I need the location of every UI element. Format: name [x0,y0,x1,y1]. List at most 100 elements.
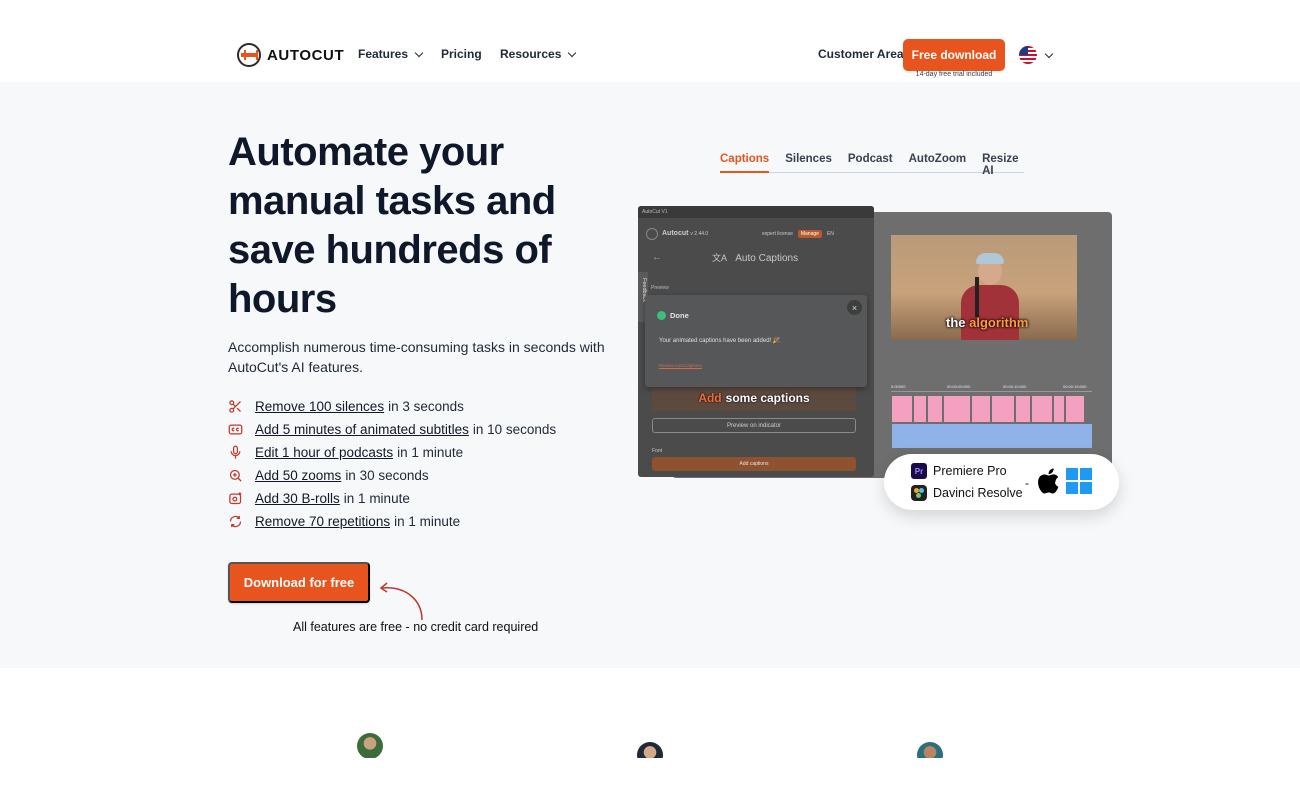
editor-timeline: 0:00000 00:00:05:000 00:00:10:000 00:00:… [891,384,1092,454]
video-clip [914,396,926,422]
autocut-logo-icon [237,43,261,67]
tab-autozoom[interactable]: AutoZoom [909,150,966,173]
feature-link[interactable]: Remove 100 silences [255,399,384,414]
caption-preview: Add some captions [652,385,856,411]
davinci-resolve-icon [911,485,927,501]
feature-tabs: Captions Silences Podcast AutoZoom Resiz… [720,150,1024,177]
feature-link[interactable]: Remove 70 repetitions [255,514,390,529]
autocut-logo[interactable]: AUTOCUT [237,43,344,67]
microphone-stand [975,277,979,317]
video-subtitle-highlight: algorithm [969,315,1029,330]
feature-link[interactable]: Add 5 minutes of animated subtitles [255,422,469,437]
feature-item: Add 30 B-rolls in 1 minute [228,487,556,510]
feature-item: Edit 1 hour of podcasts in 1 minute [228,441,556,464]
app-preview-label: Preview [651,285,669,291]
feature-link[interactable]: Add 30 B-rolls [255,491,340,506]
camera-plus-icon [228,491,243,506]
done-notification: Done Your animated captions have been ad… [645,295,867,387]
feature-item: Remove 100 silences in 3 seconds [228,395,556,418]
nav-features[interactable]: Features [358,47,424,61]
chevron-down-icon [1044,49,1054,58]
separator-dash: - [1025,476,1029,490]
timeline-mark: 00:00:10:000 [1003,384,1027,389]
app-version: v 2.44.0 [690,231,709,237]
nav-pricing[interactable]: Pricing [441,47,482,61]
video-clip [992,396,1014,422]
add-captions-button[interactable]: Add captions [652,457,856,471]
timeline-mark: 0:00000 [891,384,906,389]
premiere-pro-label: Premiere Pro [933,464,1007,478]
feature-text: in 30 seconds [345,468,429,483]
app-section-label: Auto Captions [735,253,799,264]
curved-arrow-icon [379,582,423,621]
video-track [892,396,1084,422]
apple-icon [1038,468,1059,494]
nav-features-label: Features [358,47,409,61]
manage-button[interactable]: Manage [797,230,822,238]
preview-on-indicator-button[interactable]: Preview on indicator [652,418,856,433]
feature-text: in 1 minute [394,514,461,529]
person-cap [976,253,1004,264]
tab-silences[interactable]: Silences [785,150,832,173]
tab-resize-ai[interactable]: Resize AI [982,150,1024,177]
close-icon[interactable]: × [847,300,862,315]
tab-captions[interactable]: Captions [720,150,770,173]
nav-resources[interactable]: Resources [500,47,577,61]
video-clip [1016,396,1030,422]
check-circle-icon [657,311,666,320]
feature-text: in 1 minute [397,445,464,460]
translate-icon: 文A [712,253,728,263]
section-fade [0,758,1300,788]
nav-pricing-label: Pricing [441,47,482,61]
zoom-in-icon [228,468,243,483]
free-download-button[interactable]: Free download [903,39,1005,71]
feature-text: in 10 seconds [472,422,557,437]
language-selector[interactable] [1019,46,1054,64]
video-clip [1054,396,1064,422]
video-preview: the algorithm [891,235,1077,340]
video-clip [972,396,990,422]
davinci-resolve-row: Davinci Resolve [911,485,1023,501]
feature-text: in 3 seconds [388,399,464,414]
premiere-pro-row: Pr Premiere Pro [911,463,1007,479]
hero-lead: Accomplish numerous time-consuming tasks… [228,339,605,375]
feature-link[interactable]: Edit 1 hour of podcasts [255,445,393,460]
review-autocaptions-link[interactable]: Review AutoCaptions [659,363,702,368]
video-clip [944,396,970,422]
video-clip [1032,396,1052,422]
scissors-icon [228,399,243,414]
feature-item: Remove 70 repetitions in 1 minute [228,510,556,533]
top-navigation: AUTOCUT Features Pricing Resources Custo… [0,0,1300,82]
feature-link[interactable]: Add 50 zooms [255,468,341,483]
app-name-text: Autocut [662,230,689,237]
app-name: Autocut v 2.44.0 [662,230,708,237]
us-flag-icon [1019,46,1037,64]
avatar [357,733,383,759]
app-titlebar: AutoCut V1 [638,206,874,218]
timeline-ruler: 0:00000 00:00:05:000 00:00:10:000 00:00:… [891,384,1092,392]
timeline-mark: 00:00:05:000 [947,384,971,389]
app-language[interactable]: EN [827,231,834,237]
nav-customer-area[interactable]: Customer Area [818,47,904,61]
tab-podcast[interactable]: Podcast [848,150,893,173]
back-arrow-icon[interactable]: ← [652,252,662,263]
feature-item: Add 5 minutes of animated subtitles in 1… [228,418,556,441]
person-body [961,285,1019,340]
video-subtitle-word: the [946,315,966,330]
logo-text: AUTOCUT [267,46,345,64]
video-clip [928,396,942,422]
app-header-right: expert license Manage EN [762,230,834,238]
caption-rest: some captions [725,391,810,405]
platform-compatibility-card: Pr Premiere Pro Davinci Resolve - [884,454,1119,510]
audio-track [892,424,1092,448]
nav-customer-area-label: Customer Area [818,47,904,61]
trial-note: 14-day free trial included [915,71,993,78]
done-message: Your animated captions have been added! … [659,338,781,344]
repeat-icon [228,514,243,529]
feature-list: Remove 100 silences in 3 seconds Add 5 m… [228,395,556,533]
download-for-free-button[interactable]: Download for free [228,562,370,603]
windows-tile [1080,468,1092,480]
chevron-down-icon [414,48,424,57]
video-clip [1066,396,1084,422]
chevron-down-icon [568,48,577,57]
